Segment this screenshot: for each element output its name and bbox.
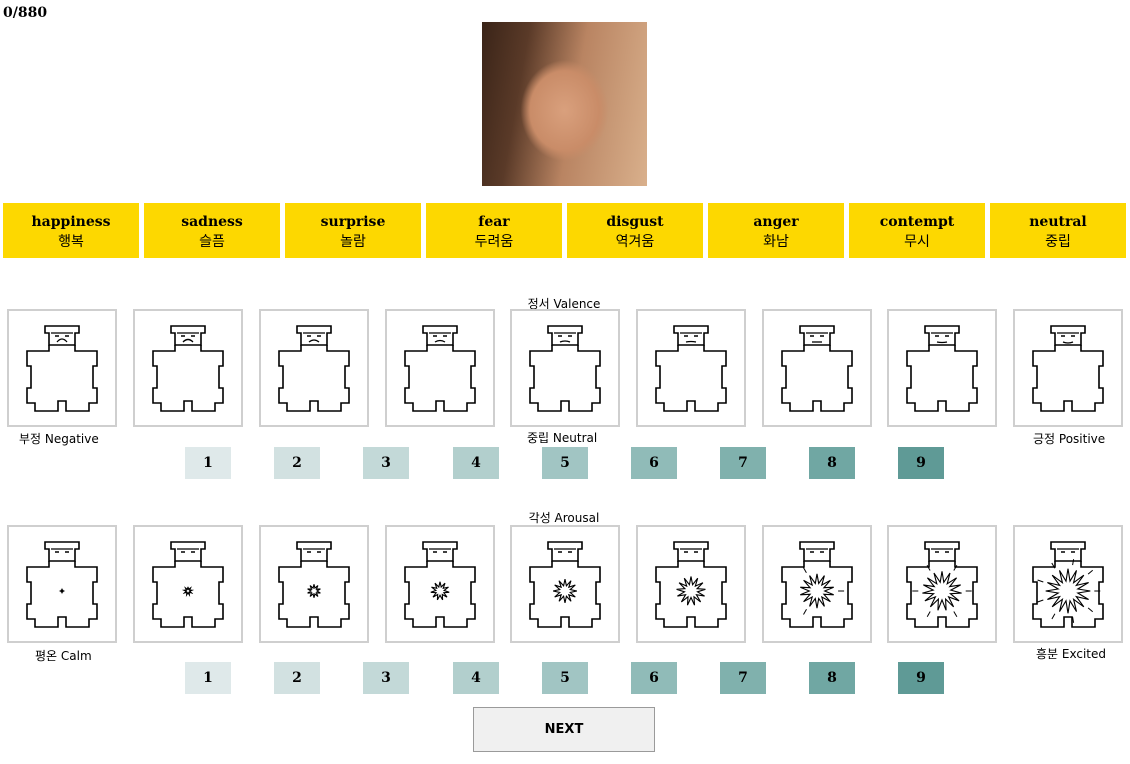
arousal-rating-button-2[interactable]: 2 xyxy=(274,662,320,694)
emotion-label-ko: 역겨움 xyxy=(615,234,655,250)
arousal-manikin-3 xyxy=(259,525,369,643)
emotion-button-disgust[interactable]: disgust 역겨움 xyxy=(567,203,703,258)
arousal-manikin-7 xyxy=(762,525,872,643)
arousal-manikin-drawing xyxy=(1032,541,1104,628)
valence-manikin-drawing xyxy=(404,325,476,412)
valence-rating-button-7[interactable]: 7 xyxy=(720,447,766,479)
valence-anchor-neutral: 중립 Neutral xyxy=(527,431,598,445)
arousal-manikin-drawing xyxy=(529,541,601,628)
arousal-rating-button-7[interactable]: 7 xyxy=(720,662,766,694)
arousal-manikin-drawing xyxy=(655,541,727,628)
emotion-button-surprise[interactable]: surprise 놀람 xyxy=(285,203,421,258)
valence-manikin-drawing xyxy=(529,325,601,412)
arousal-manikin-5 xyxy=(510,525,620,643)
valence-manikin-drawing xyxy=(152,325,224,412)
arousal-manikin-2 xyxy=(133,525,243,643)
emotion-label-en: sadness xyxy=(181,214,243,230)
valence-rating-button-9[interactable]: 9 xyxy=(898,447,944,479)
arousal-rating-button-8[interactable]: 8 xyxy=(809,662,855,694)
arousal-manikin-drawing xyxy=(781,541,853,628)
arousal-manikin-drawing xyxy=(278,541,350,628)
emotion-label-ko: 중립 xyxy=(1045,234,1071,250)
emotion-label-en: anger xyxy=(753,214,799,230)
emotion-label-en: surprise xyxy=(320,214,386,230)
arousal-manikin-4 xyxy=(385,525,495,643)
valence-manikin-6 xyxy=(636,309,746,427)
valence-manikin-3 xyxy=(259,309,369,427)
emotion-label-en: neutral xyxy=(1029,214,1087,230)
arousal-rating-button-6[interactable]: 6 xyxy=(631,662,677,694)
valence-rating-button-2[interactable]: 2 xyxy=(274,447,320,479)
valence-manikin-4 xyxy=(385,309,495,427)
valence-manikin-1 xyxy=(7,309,117,427)
valence-manikin-9 xyxy=(1013,309,1123,427)
arousal-rating-button-1[interactable]: 1 xyxy=(185,662,231,694)
valence-manikin-drawing xyxy=(906,325,978,412)
emotion-button-fear[interactable]: fear 두려움 xyxy=(426,203,562,258)
emotion-label-en: disgust xyxy=(606,214,664,230)
arousal-manikin-6 xyxy=(636,525,746,643)
emotion-label-en: contempt xyxy=(879,214,955,230)
emotion-label-ko: 행복 xyxy=(58,234,84,250)
valence-anchor-negative: 부정 Negative xyxy=(19,432,99,446)
emotion-button-anger[interactable]: anger 화남 xyxy=(708,203,844,258)
valence-rating-button-4[interactable]: 4 xyxy=(453,447,499,479)
valence-manikin-7 xyxy=(762,309,872,427)
arousal-manikin-drawing xyxy=(906,541,978,628)
arousal-rating-button-4[interactable]: 4 xyxy=(453,662,499,694)
arousal-rating-button-3[interactable]: 3 xyxy=(363,662,409,694)
emotion-label-ko: 두려움 xyxy=(474,234,514,250)
emotion-button-happiness[interactable]: happiness 행복 xyxy=(3,203,139,258)
arousal-anchor-calm: 평온 Calm xyxy=(35,649,92,663)
arousal-manikin-drawing xyxy=(152,541,224,628)
valence-manikin-drawing xyxy=(781,325,853,412)
valence-anchor-positive: 긍정 Positive xyxy=(1033,432,1106,446)
arousal-rating-button-9[interactable]: 9 xyxy=(898,662,944,694)
arousal-manikin-8 xyxy=(887,525,997,643)
arousal-manikin-drawing xyxy=(404,541,476,628)
valence-manikin-drawing xyxy=(655,325,727,412)
valence-rating-button-8[interactable]: 8 xyxy=(809,447,855,479)
stimulus-face-image xyxy=(482,22,647,186)
arousal-manikin-drawing xyxy=(26,541,98,628)
valence-rating-button-3[interactable]: 3 xyxy=(363,447,409,479)
valence-rating-button-5[interactable]: 5 xyxy=(542,447,588,479)
emotion-button-neutral[interactable]: neutral 중립 xyxy=(990,203,1126,258)
valence-manikin-8 xyxy=(887,309,997,427)
valence-manikin-drawing xyxy=(26,325,98,412)
arousal-manikin-1 xyxy=(7,525,117,643)
arousal-rating-button-5[interactable]: 5 xyxy=(542,662,588,694)
emotion-label-ko: 슬픔 xyxy=(199,234,225,250)
valence-rating-button-6[interactable]: 6 xyxy=(631,447,677,479)
valence-rating-button-1[interactable]: 1 xyxy=(185,447,231,479)
next-button[interactable]: NEXT xyxy=(473,707,655,752)
valence-manikin-2 xyxy=(133,309,243,427)
valence-manikin-drawing xyxy=(1032,325,1104,412)
emotion-button-sadness[interactable]: sadness 슬픔 xyxy=(144,203,280,258)
arousal-manikin-9 xyxy=(1013,525,1123,643)
emotion-button-contempt[interactable]: contempt 무시 xyxy=(849,203,985,258)
emotion-label-en: fear xyxy=(478,214,510,230)
arousal-title: 각성 Arousal xyxy=(528,511,600,525)
valence-manikin-drawing xyxy=(278,325,350,412)
valence-manikin-5 xyxy=(510,309,620,427)
emotion-label-ko: 무시 xyxy=(904,234,930,250)
emotion-label-en: happiness xyxy=(31,214,111,230)
emotion-label-ko: 화남 xyxy=(763,234,789,250)
arousal-anchor-excited: 흥분 Excited xyxy=(1036,647,1107,661)
progress-counter: 0/880 xyxy=(3,5,48,21)
emotion-label-ko: 놀람 xyxy=(340,234,366,250)
